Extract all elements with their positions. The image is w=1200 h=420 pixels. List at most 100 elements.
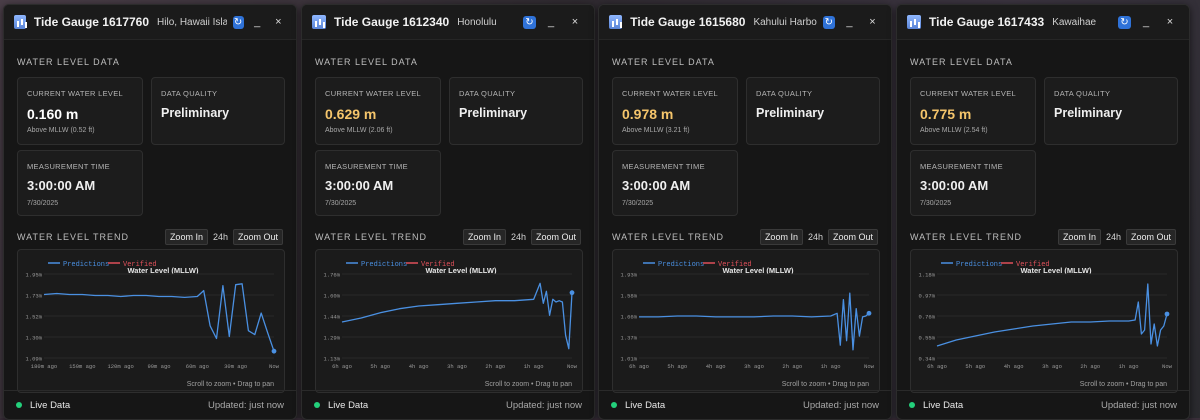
zoom-out-button[interactable]: Zoom Out bbox=[827, 229, 878, 245]
panel-titlebar[interactable]: Tide Gauge 1612340 Honolulu ↻ _ × bbox=[302, 5, 594, 40]
x-tick-label: 1h ago bbox=[1119, 363, 1139, 370]
chart-app-icon bbox=[14, 15, 26, 29]
range-label[interactable]: 24h bbox=[213, 232, 228, 242]
measurement-date: 7/30/2025 bbox=[622, 200, 654, 207]
x-tick-label: 150m ago bbox=[69, 363, 95, 370]
panel-titlebar[interactable]: Tide Gauge 1615680 Kahului Harbor ↻ _ × bbox=[599, 5, 891, 40]
panel-title: Tide Gauge 1612340 bbox=[334, 15, 450, 29]
panel-titlebar[interactable]: Tide Gauge 1617760 Hilo, Hawaii Island ↻… bbox=[4, 5, 296, 40]
live-status-dot bbox=[314, 402, 320, 408]
chart-svg[interactable]: Predictions VerifiedWater Level (MLLW)1.9… bbox=[18, 250, 284, 392]
y-tick-label: 1.76m bbox=[323, 272, 340, 279]
current-water-level-label: Current Water Level bbox=[622, 89, 718, 98]
water-level-data-heading: Water Level Data bbox=[910, 57, 1013, 67]
measurement-time-value: 3:00:00 AM bbox=[622, 178, 691, 193]
y-tick-label: 0.55m bbox=[918, 335, 935, 342]
legend-predictions-label: Predictions bbox=[956, 261, 1002, 269]
data-quality-value: Preliminary bbox=[459, 106, 528, 120]
legend-predictions-label: Predictions bbox=[63, 261, 109, 269]
water-level-chart[interactable]: Predictions Verified Water Level (MLLW) 1.1… bbox=[910, 249, 1178, 393]
water-level-feet: Above MLLW (3.21 ft) bbox=[622, 127, 690, 134]
zoom-in-button[interactable]: Zoom In bbox=[759, 229, 803, 245]
measurement-time-label: Measurement Time bbox=[27, 162, 110, 171]
zoom-in-button[interactable]: Zoom In bbox=[1057, 229, 1101, 245]
tide-gauge-panel: Tide Gauge 1612340 Honolulu ↻ _ × Water … bbox=[301, 4, 595, 420]
panel-footer: Live Data Updated: just now bbox=[302, 390, 594, 419]
y-tick-label: 0.97m bbox=[918, 293, 935, 300]
measurement-time-value: 3:00:00 AM bbox=[920, 178, 989, 193]
data-quality-value: Preliminary bbox=[756, 106, 825, 120]
water-level-chart[interactable]: Predictions Verified Water Level (MLLW) 1.7… bbox=[315, 249, 583, 393]
water-level-chart[interactable]: Predictions Verified Water Level (MLLW) 1.9… bbox=[17, 249, 285, 393]
measurement-date: 7/30/2025 bbox=[325, 200, 357, 207]
water-level-trend-heading: Water Level Trend bbox=[910, 232, 1023, 242]
water-level-chart[interactable]: Predictions Verified Water Level (MLLW) 1.9… bbox=[612, 249, 880, 393]
y-tick-label: 1.95m bbox=[25, 272, 42, 279]
x-tick-label: 5h ago bbox=[965, 363, 985, 370]
chart-app-icon bbox=[312, 15, 326, 29]
data-quality-label: Data Quality bbox=[756, 89, 813, 98]
x-tick-label: 3h ago bbox=[447, 363, 467, 370]
zoom-in-button[interactable]: Zoom In bbox=[164, 229, 208, 245]
x-tick-label: 3h ago bbox=[1042, 363, 1062, 370]
x-tick-label: Now bbox=[1162, 363, 1173, 370]
water-level-data-heading: Water Level Data bbox=[315, 57, 418, 67]
x-tick-label: 4h ago bbox=[409, 363, 429, 370]
tide-gauge-panel: Tide Gauge 1617760 Hilo, Hawaii Island ↻… bbox=[3, 4, 297, 420]
measurement-time-card: Measurement Time 3:00:00 AM 7/30/2025 bbox=[910, 150, 1036, 216]
y-tick-label: 1.01m bbox=[620, 356, 637, 363]
minimize-button[interactable]: _ bbox=[841, 13, 858, 31]
panel-titlebar[interactable]: Tide Gauge 1617433 Kawaihae ↻ _ × bbox=[897, 5, 1189, 40]
refresh-icon[interactable]: ↻ bbox=[523, 15, 536, 29]
data-quality-card: Data Quality Preliminary bbox=[1044, 77, 1178, 145]
water-level-trend-heading: Water Level Trend bbox=[315, 232, 428, 242]
close-button[interactable]: × bbox=[271, 13, 286, 31]
refresh-icon[interactable]: ↻ bbox=[822, 15, 835, 29]
live-status-dot bbox=[16, 402, 22, 408]
y-tick-label: 1.44m bbox=[323, 314, 340, 321]
zoom-out-button[interactable]: Zoom Out bbox=[232, 229, 283, 245]
water-level-feet: Above MLLW (0.52 ft) bbox=[27, 127, 95, 134]
trend-header: Water Level Trend Zoom In 24h Zoom Out bbox=[315, 229, 581, 245]
refresh-icon[interactable]: ↻ bbox=[232, 15, 244, 29]
close-button[interactable]: × bbox=[1161, 13, 1179, 31]
minimize-button[interactable]: _ bbox=[1137, 13, 1155, 31]
x-tick-label: 60m ago bbox=[186, 363, 209, 370]
zoom-out-button[interactable]: Zoom Out bbox=[1125, 229, 1176, 245]
zoom-in-button[interactable]: Zoom In bbox=[462, 229, 506, 245]
updated-status: Updated: just now bbox=[505, 399, 582, 411]
water-level-trend-heading: Water Level Trend bbox=[17, 232, 130, 242]
y-tick-label: 1.18m bbox=[918, 272, 935, 279]
refresh-icon[interactable]: ↻ bbox=[1118, 15, 1131, 29]
close-button[interactable]: × bbox=[566, 13, 584, 31]
panel-title: Tide Gauge 1617760 bbox=[33, 15, 150, 29]
range-label[interactable]: 24h bbox=[1106, 232, 1121, 242]
updated-status: Updated: just now bbox=[207, 399, 284, 411]
close-button[interactable]: × bbox=[864, 13, 881, 31]
y-tick-label: 1.66m bbox=[620, 314, 637, 321]
y-tick-label: 1.29m bbox=[323, 335, 340, 342]
chart-hint: Scroll to zoom • Drag to pan bbox=[1080, 381, 1167, 388]
data-quality-label: Data Quality bbox=[1054, 89, 1111, 98]
zoom-out-button[interactable]: Zoom Out bbox=[530, 229, 581, 245]
water-level-feet: Above MLLW (2.54 ft) bbox=[920, 127, 988, 134]
data-quality-value: Preliminary bbox=[161, 106, 230, 120]
current-water-level-value: 0.978 m bbox=[622, 106, 674, 122]
panel-footer: Live Data Updated: just now bbox=[599, 390, 891, 419]
data-quality-card: Data Quality Preliminary bbox=[151, 77, 285, 145]
panel-title: Tide Gauge 1615680 bbox=[630, 15, 746, 29]
y-tick-label: 1.60m bbox=[323, 293, 340, 300]
range-label[interactable]: 24h bbox=[808, 232, 823, 242]
chart-svg[interactable]: Predictions VerifiedWater Level (MLLW)1.7… bbox=[316, 250, 582, 392]
chart-svg[interactable]: Predictions VerifiedWater Level (MLLW)1.1… bbox=[911, 250, 1177, 392]
minimize-button[interactable]: _ bbox=[542, 13, 560, 31]
chart-hint: Scroll to zoom • Drag to pan bbox=[782, 381, 869, 388]
y-tick-label: 1.13m bbox=[323, 356, 340, 363]
x-tick-label: 4h ago bbox=[706, 363, 726, 370]
minimize-button[interactable]: _ bbox=[250, 13, 265, 31]
chart-svg[interactable]: Predictions VerifiedWater Level (MLLW)1.9… bbox=[613, 250, 879, 392]
current-water-level-value: 0.629 m bbox=[325, 106, 377, 122]
latest-point bbox=[271, 348, 277, 354]
live-data-label: Live Data bbox=[923, 399, 964, 411]
range-label[interactable]: 24h bbox=[511, 232, 526, 242]
